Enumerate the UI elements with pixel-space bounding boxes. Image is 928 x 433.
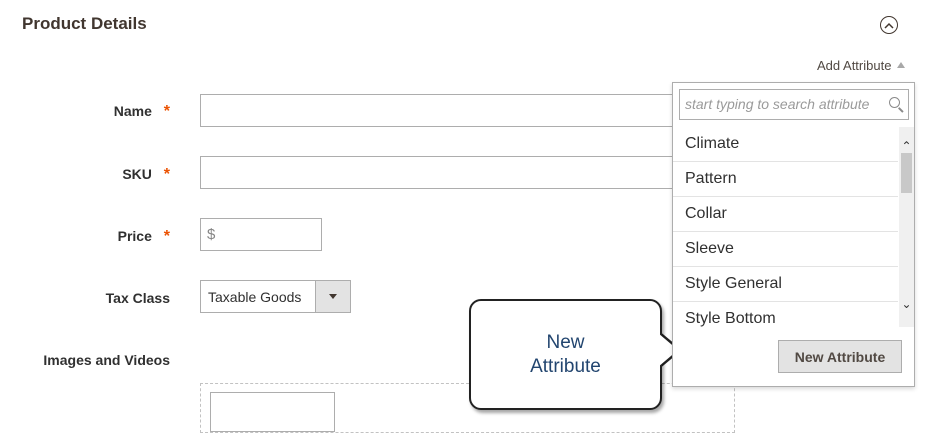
attribute-list: Climate Pattern Collar Sleeve Style Gene… bbox=[673, 127, 898, 327]
currency-prefix: $ bbox=[207, 226, 216, 243]
add-attribute-label: Add Attribute bbox=[817, 58, 892, 73]
required-mark: * bbox=[163, 103, 170, 120]
tax-class-label: Tax Class bbox=[105, 290, 170, 306]
name-label: Name * bbox=[113, 103, 170, 120]
attribute-list-scrollbar[interactable]: ⌃ ⌄ bbox=[899, 127, 914, 327]
chevron-up-icon bbox=[884, 22, 894, 29]
tax-class-value: Taxable Goods bbox=[208, 289, 302, 305]
attribute-option[interactable]: Pattern bbox=[673, 162, 898, 197]
price-label: Price * bbox=[117, 228, 170, 245]
attribute-search-box[interactable] bbox=[679, 89, 909, 120]
price-input[interactable]: $ bbox=[200, 218, 322, 251]
required-mark: * bbox=[163, 228, 170, 245]
tax-class-select[interactable]: Taxable Goods bbox=[200, 280, 351, 313]
callout-bubble: New Attribute bbox=[469, 299, 662, 410]
attribute-option[interactable]: Style Bottom bbox=[673, 302, 898, 327]
scroll-down-icon[interactable]: ⌄ bbox=[901, 298, 912, 310]
attribute-option[interactable]: Climate bbox=[673, 127, 898, 162]
caret-up-icon bbox=[897, 62, 906, 68]
attribute-option[interactable]: Collar bbox=[673, 197, 898, 232]
image-placeholder[interactable] bbox=[210, 392, 335, 432]
attribute-option[interactable]: Style General bbox=[673, 267, 898, 302]
scroll-up-icon[interactable]: ⌃ bbox=[901, 140, 912, 152]
callout-text: New Attribute bbox=[530, 332, 601, 377]
section-title: Product Details bbox=[22, 14, 147, 33]
attribute-dropdown-panel: Climate Pattern Collar Sleeve Style Gene… bbox=[672, 82, 915, 387]
images-videos-label: Images and Videos bbox=[43, 352, 170, 368]
add-attribute-toggle[interactable]: Add Attribute bbox=[817, 58, 906, 73]
new-attribute-button[interactable]: New Attribute bbox=[778, 340, 902, 373]
required-mark: * bbox=[163, 166, 170, 183]
sku-label: SKU * bbox=[122, 166, 170, 183]
attribute-option[interactable]: Sleeve bbox=[673, 232, 898, 267]
name-input[interactable] bbox=[200, 94, 680, 127]
attribute-search-input[interactable] bbox=[685, 90, 880, 118]
scrollbar-thumb[interactable] bbox=[901, 153, 912, 193]
search-icon[interactable] bbox=[889, 97, 900, 108]
sku-input[interactable] bbox=[200, 156, 680, 189]
dropdown-arrow-icon[interactable] bbox=[315, 281, 350, 312]
collapse-section-button[interactable] bbox=[880, 16, 898, 34]
